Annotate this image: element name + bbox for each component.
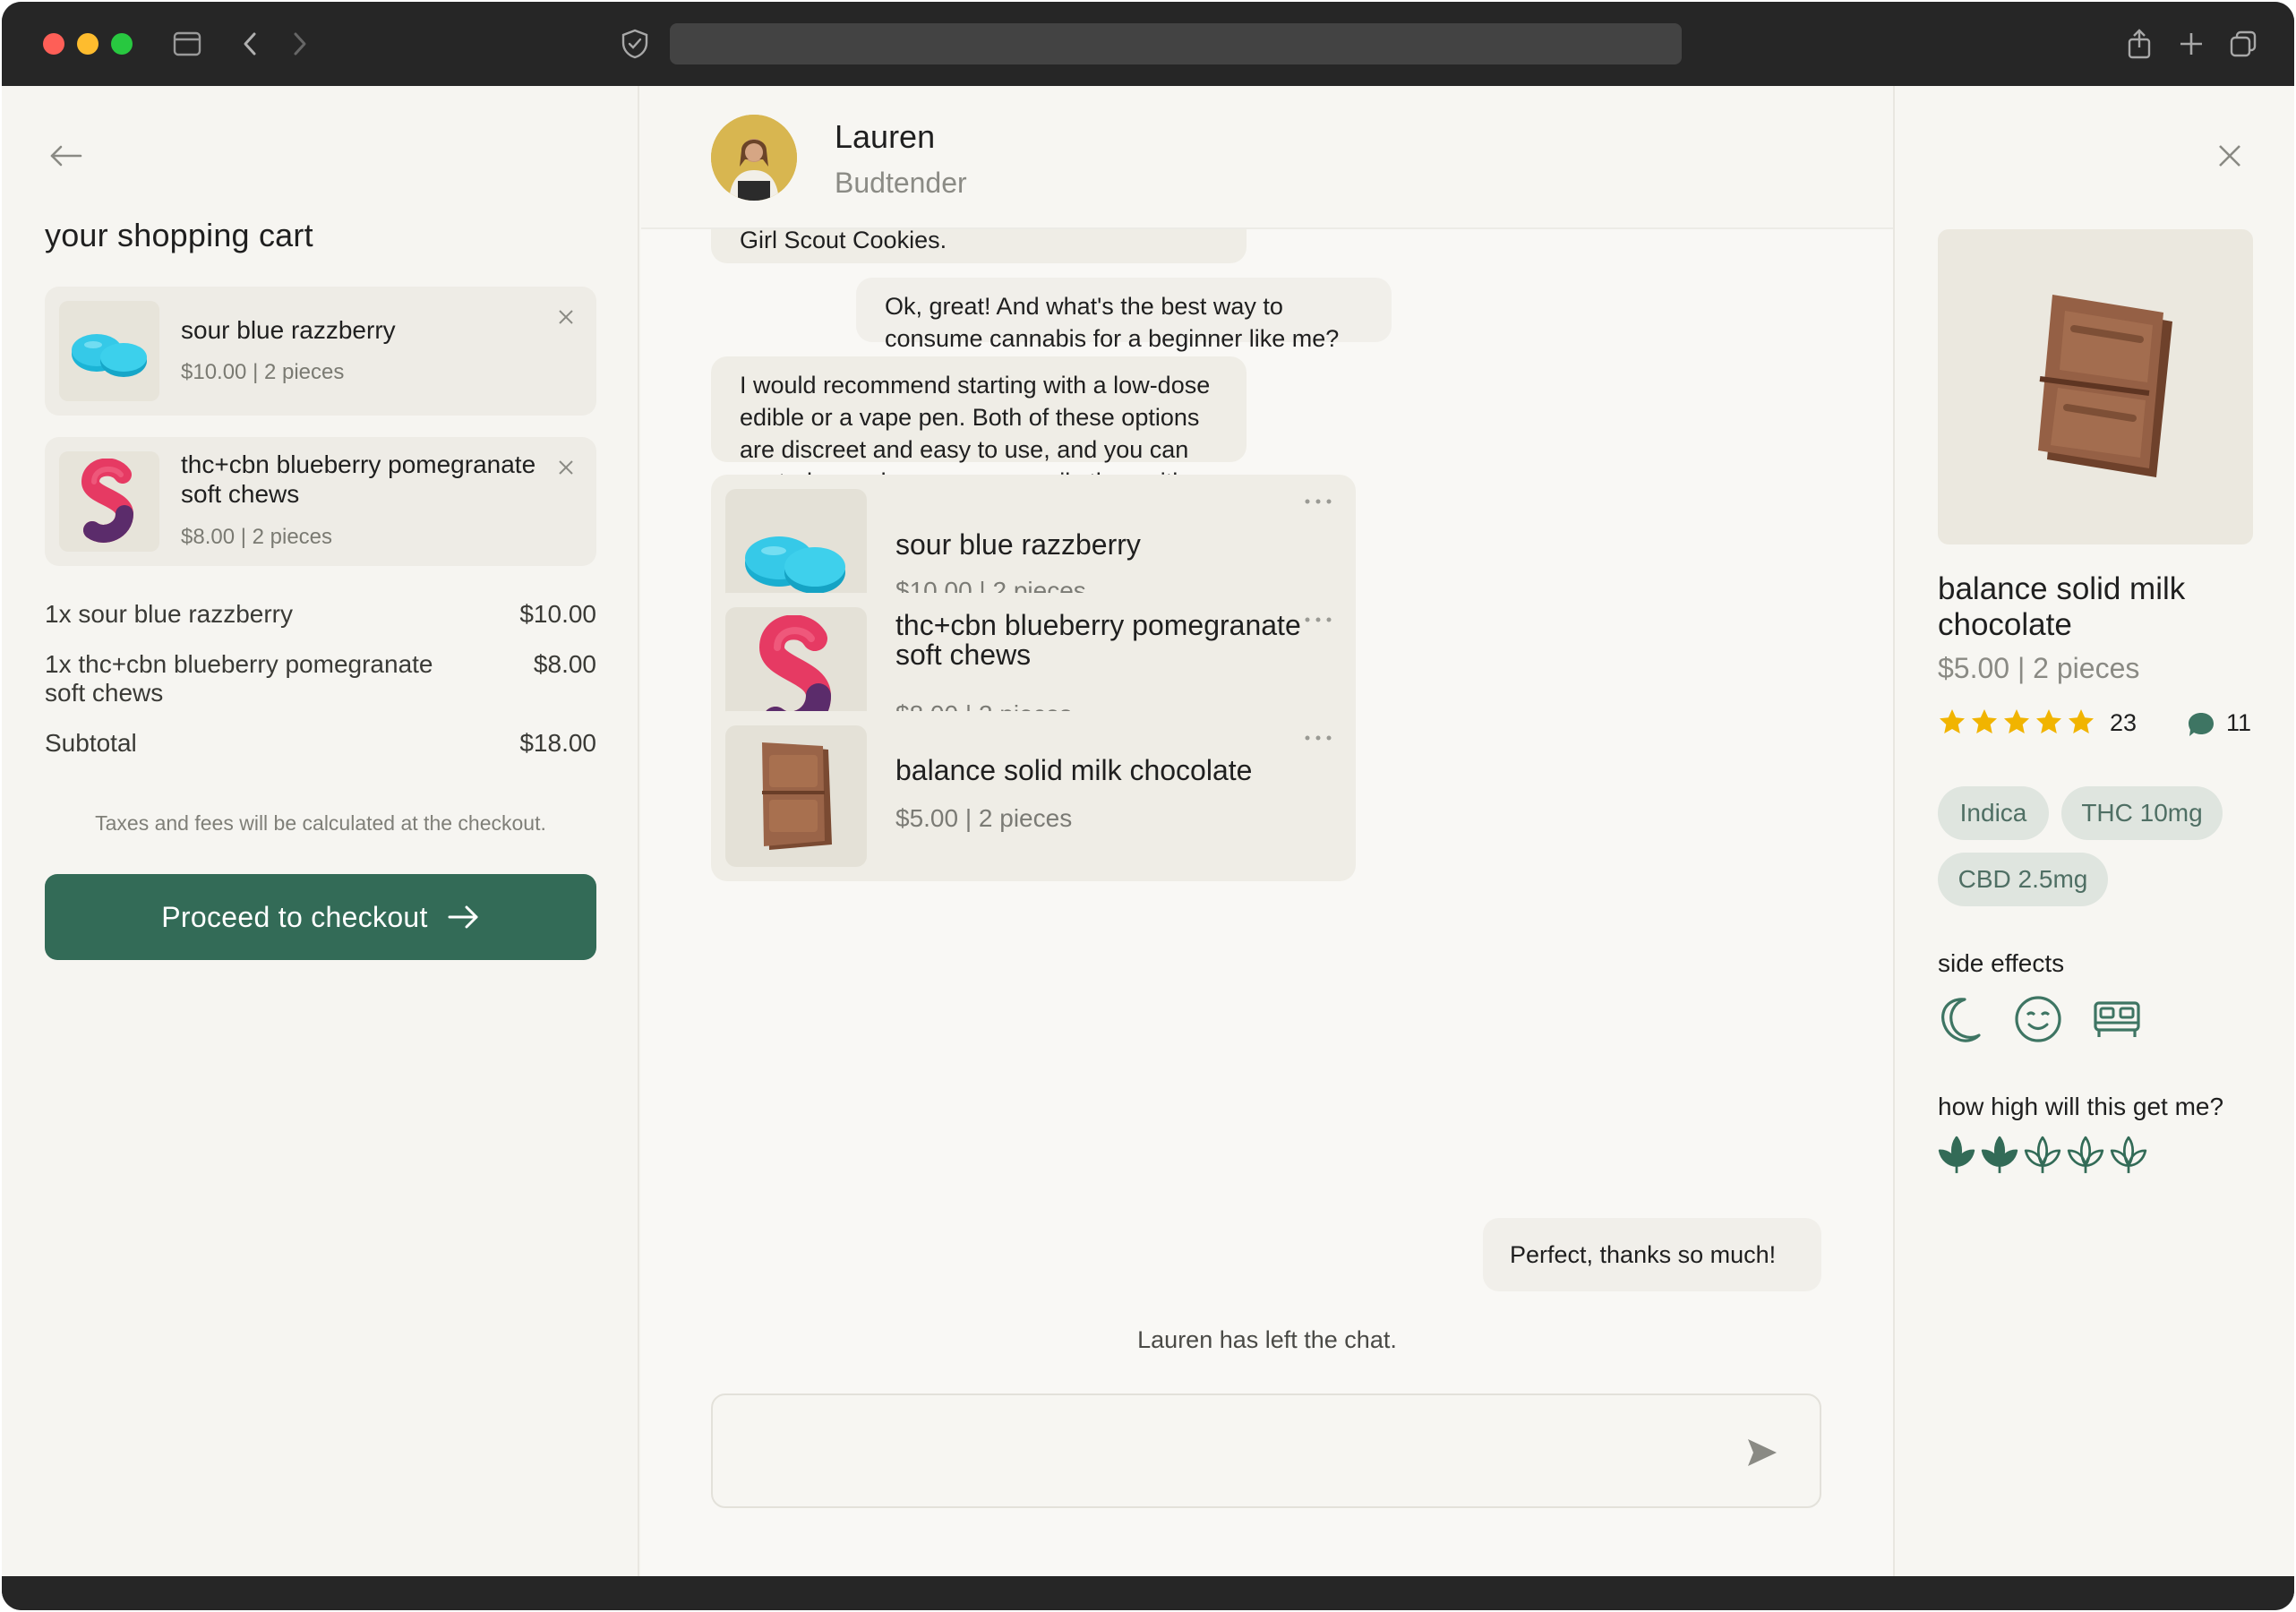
leaf-filled-icon bbox=[1981, 1136, 2018, 1173]
subtotal-label: Subtotal bbox=[45, 729, 137, 757]
bed-icon bbox=[2092, 994, 2142, 1044]
product-name: balance solid milk chocolate bbox=[895, 754, 1253, 786]
summary-row: 1x sour blue razzberry $10.00 bbox=[45, 600, 596, 630]
tabs-overview-icon[interactable] bbox=[2224, 25, 2262, 63]
remove-item-icon[interactable] bbox=[553, 455, 578, 480]
leaf-filled-icon bbox=[1938, 1136, 1975, 1173]
leaf-outline-icon bbox=[2110, 1136, 2147, 1173]
tax-note: Taxes and fees will be calculated at the… bbox=[95, 811, 546, 835]
tag-indica[interactable]: Indica bbox=[1938, 786, 2049, 840]
detail-product-meta: $5.00 | 2 pieces bbox=[1938, 652, 2140, 684]
leaf-outline-icon bbox=[2067, 1136, 2104, 1173]
message-composer bbox=[711, 1393, 1821, 1508]
user-message: Ok, great! And what's the best way to co… bbox=[856, 278, 1392, 352]
browser-titlebar bbox=[2, 2, 2294, 86]
shield-icon[interactable] bbox=[616, 25, 654, 63]
cart-item-meta: $8.00 | 2 pieces bbox=[181, 525, 333, 549]
product-detail-panel: balance solid milk chocolate $5.00 | 2 p… bbox=[1893, 86, 2294, 1576]
address-bar[interactable] bbox=[670, 23, 1682, 64]
more-options-icon[interactable] bbox=[1302, 493, 1334, 510]
summary-label: 1x sour blue razzberry bbox=[45, 600, 294, 628]
rating-count: 23 bbox=[2110, 709, 2138, 736]
sidebar-icon[interactable] bbox=[168, 25, 206, 63]
gummy-swirl-image bbox=[59, 451, 159, 552]
tag-thc[interactable]: THC 10mg bbox=[2061, 786, 2223, 840]
checkout-button[interactable]: Proceed to checkout bbox=[45, 874, 596, 960]
checkout-label: Proceed to checkout bbox=[161, 900, 428, 933]
message-text: Ok, great! And what's the best way to co… bbox=[885, 293, 1340, 352]
detail-product-name: balance solid milk chocolate bbox=[1938, 571, 2186, 642]
cart-item[interactable]: thc+cbn blueberry pomegranate soft chews… bbox=[45, 437, 596, 566]
star-icon bbox=[2069, 709, 2094, 733]
browser-window: your shopping cart sour blue razzberry $… bbox=[2, 2, 2294, 1610]
new-tab-icon[interactable] bbox=[2172, 25, 2210, 63]
moon-icon bbox=[1936, 994, 1986, 1044]
product-name: thc+cbn blueberry pomegranate soft chews bbox=[895, 609, 1301, 671]
back-arrow-icon[interactable] bbox=[47, 136, 86, 176]
message-input[interactable] bbox=[738, 1422, 1705, 1479]
cart-title: your shopping cart bbox=[45, 217, 313, 253]
remove-item-icon[interactable] bbox=[553, 304, 578, 330]
gummy-blue-image bbox=[59, 301, 159, 401]
maximize-window-button[interactable] bbox=[111, 33, 133, 55]
minimize-window-button[interactable] bbox=[77, 33, 99, 55]
agent-role: Budtender bbox=[835, 167, 967, 199]
agent-avatar bbox=[711, 115, 797, 201]
more-options-icon[interactable] bbox=[1302, 729, 1334, 747]
system-message: Lauren has left the chat. bbox=[1137, 1326, 1397, 1353]
side-effects-label: side effects bbox=[1938, 949, 2065, 977]
close-window-button[interactable] bbox=[43, 33, 64, 55]
chat-panel: Lauren Budtender Girl Scout Cookies. Ok,… bbox=[641, 86, 1893, 1576]
tag-cbd[interactable]: CBD 2.5mg bbox=[1938, 853, 2108, 906]
high-level-label: how high will this get me? bbox=[1938, 1093, 2224, 1120]
cart-item-name: thc+cbn blueberry pomegranate soft chews bbox=[181, 450, 536, 508]
subtotal-value: $18.00 bbox=[519, 729, 596, 757]
app-content: your shopping cart sour blue razzberry $… bbox=[2, 86, 2294, 1576]
star-icon bbox=[2004, 709, 2029, 733]
rating-stars bbox=[1938, 707, 2099, 736]
agent-message: I would recommend starting with a low-do… bbox=[711, 356, 1247, 560]
star-icon bbox=[2036, 709, 2061, 733]
user-message: Perfect, thanks so much! bbox=[1483, 1218, 1821, 1291]
agent-name: Lauren bbox=[835, 118, 936, 155]
summary-row: 1x thc+cbn blueberry pomegranate soft ch… bbox=[45, 650, 596, 707]
window-bottom-bar bbox=[2, 1576, 2294, 1610]
close-icon[interactable] bbox=[2210, 136, 2249, 176]
summary-value: $8.00 bbox=[533, 650, 596, 678]
chat-header: Lauren Budtender bbox=[641, 86, 1893, 229]
product-name: sour blue razzberry bbox=[895, 528, 1141, 561]
product-meta: $5.00 | 2 pieces bbox=[895, 804, 1073, 832]
send-icon[interactable] bbox=[1741, 1431, 1784, 1474]
comment-icon[interactable] bbox=[2187, 711, 2215, 742]
share-icon[interactable] bbox=[2120, 25, 2158, 63]
smiley-icon bbox=[2013, 994, 2063, 1044]
cart-panel: your shopping cart sour blue razzberry $… bbox=[2, 86, 639, 1576]
forward-nav-icon[interactable] bbox=[281, 25, 319, 63]
star-icon bbox=[1940, 709, 1965, 733]
summary-value: $10.00 bbox=[519, 600, 596, 628]
star-icon bbox=[1972, 709, 1997, 733]
product-card[interactable]: balance solid milk chocolate $5.00 | 2 p… bbox=[711, 711, 1356, 881]
chocolate-image bbox=[1938, 229, 2253, 544]
leaf-outline-icon bbox=[2024, 1136, 2061, 1173]
cart-item-meta: $10.00 | 2 pieces bbox=[181, 360, 345, 384]
chocolate-image bbox=[725, 725, 867, 867]
back-nav-icon[interactable] bbox=[231, 25, 269, 63]
arrow-right-icon bbox=[448, 905, 478, 929]
message-text: Perfect, thanks so much! bbox=[1510, 1241, 1777, 1268]
comment-count: 11 bbox=[2226, 709, 2252, 736]
summary-row: Subtotal $18.00 bbox=[45, 729, 596, 759]
cart-item-name: sour blue razzberry bbox=[181, 316, 396, 344]
more-options-icon[interactable] bbox=[1302, 611, 1334, 629]
summary-label: 1x thc+cbn blueberry pomegranate soft ch… bbox=[45, 650, 433, 707]
cart-item[interactable]: sour blue razzberry $10.00 | 2 pieces bbox=[45, 287, 596, 416]
